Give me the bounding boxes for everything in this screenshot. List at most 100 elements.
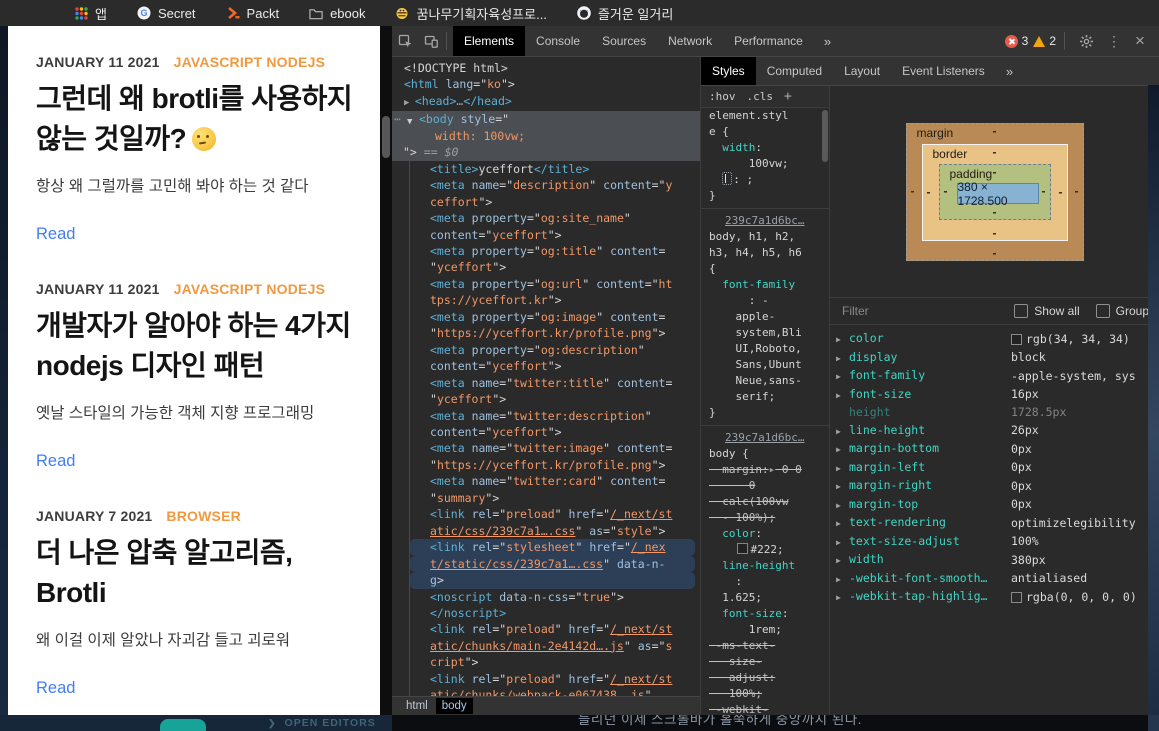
close-devtools-icon[interactable]: ×: [1129, 31, 1151, 51]
box-model-value-dash[interactable]: -: [993, 124, 997, 138]
box-model-value-dash[interactable]: -: [1059, 184, 1063, 198]
dom-tree-line[interactable]: t/static/css/239c7a1….css" data-n-: [410, 556, 695, 572]
bookmark-item[interactable]: 꿈나무기획자육성프로...: [395, 4, 546, 23]
style-rule-line[interactable]: Neue,sans-: [701, 373, 829, 389]
expand-arrow-icon[interactable]: ▶: [836, 349, 849, 368]
dom-tree-line[interactable]: <meta property="og:title" content=: [410, 243, 700, 259]
box-model-value-dash[interactable]: -: [1075, 184, 1079, 198]
expand-arrow-icon[interactable]: ▶: [836, 533, 849, 552]
computed-property-row[interactable]: ▶text-size-adjust100%: [830, 533, 1159, 552]
post-title[interactable]: 더 나은 압축 알고리즘, Brotli: [36, 533, 362, 613]
dom-tree-line[interactable]: <meta property="og:site_name": [410, 210, 700, 226]
toggle-pseudo-button[interactable]: :hov: [709, 89, 736, 105]
sidebar-tab-event-listeners[interactable]: Event Listeners: [891, 57, 996, 85]
dom-tree-line[interactable]: g>: [410, 572, 695, 588]
dom-tree-line[interactable]: content="yceffort">: [410, 227, 700, 243]
box-model-value-dash[interactable]: -: [993, 246, 997, 260]
bookmark-item[interactable]: GSecret: [137, 6, 196, 21]
style-rule-line[interactable]: line-height: [701, 558, 829, 574]
selected-dom-node[interactable]: ⋯▼<body style="width: 100vw;"> == $0: [392, 111, 700, 160]
box-model-diagram[interactable]: margin border padding 380 × 1728.500 ---…: [906, 123, 1084, 261]
computed-property-row[interactable]: ▶margin-left0px: [830, 459, 1159, 478]
sidebar-tab-styles[interactable]: Styles: [701, 57, 756, 85]
page-scrollbar[interactable]: [380, 26, 392, 715]
computed-property-row[interactable]: height1728.5px: [830, 404, 1159, 422]
dom-tree-line[interactable]: "https://yceffort.kr/profile.png">: [410, 325, 700, 341]
box-model-value-dash[interactable]: -: [927, 184, 931, 198]
style-rule-line[interactable]: h3, h4, h5, h6: [701, 245, 829, 261]
tab-console[interactable]: Console: [525, 26, 591, 56]
dom-tree-line[interactable]: tps://yceffort.kr">: [410, 292, 700, 308]
expand-arrow-icon[interactable]: ▶: [836, 496, 849, 515]
style-rule-line[interactable]: {: [701, 261, 829, 277]
style-rule-line[interactable]: font-size:: [701, 606, 829, 622]
group-label[interactable]: Group: [1116, 304, 1149, 318]
style-rule-line[interactable]: : -: [701, 293, 829, 309]
toggle-classes-button[interactable]: .cls: [747, 89, 774, 105]
style-rule-line[interactable]: }: [701, 188, 829, 204]
post-title[interactable]: 개발자가 알아야 하는 4가지 nodejs 디자인 패턴: [36, 306, 362, 386]
bookmark-item[interactable]: 앱: [74, 4, 107, 23]
dom-tree-line[interactable]: atic/chunks/main-2e4142d….js" as="s: [410, 638, 700, 654]
expand-arrow-icon[interactable]: ▶: [836, 459, 849, 478]
rules-scrollbar-thumb[interactable]: [822, 110, 828, 162]
read-link[interactable]: Read: [36, 223, 362, 245]
breadcrumb-html[interactable]: html: [406, 700, 428, 712]
dom-tree-line[interactable]: <link rel="stylesheet" href="/_nex: [410, 539, 695, 555]
style-rule-line[interactable]: 1rem;: [701, 622, 829, 638]
read-link[interactable]: Read: [36, 677, 362, 699]
style-rule-line[interactable]: :: [701, 574, 829, 590]
style-rule-line[interactable]: 1.625;: [701, 590, 829, 606]
breadcrumb-body[interactable]: body: [436, 698, 473, 714]
style-rule-line[interactable]: apple-: [701, 309, 829, 325]
style-rule-line[interactable]: 100%;: [701, 686, 829, 702]
computed-property-row[interactable]: ▶line-height26px: [830, 422, 1159, 441]
box-model-value-dash[interactable]: -: [993, 205, 997, 219]
post-tags[interactable]: JAVASCRIPT NODEJS: [174, 54, 325, 71]
style-rule-line[interactable]: font-family: [701, 277, 829, 293]
style-rule-line[interactable]: e {: [701, 124, 829, 140]
dom-tree-line[interactable]: atic/css/239c7a1….css" as="style">: [410, 523, 700, 539]
computed-property-row[interactable]: ▶text-renderingoptimizelegibility: [830, 514, 1159, 533]
computed-property-row[interactable]: ▶margin-top0px: [830, 496, 1159, 515]
computed-property-row[interactable]: ▶-webkit-font-smooth…antialiased: [830, 570, 1159, 589]
dom-tree-line[interactable]: <!DOCTYPE html>: [392, 60, 700, 76]
inspect-element-icon[interactable]: [392, 28, 418, 54]
dom-tree-line[interactable]: <link rel="preload" href="/_next/st: [410, 506, 700, 522]
dom-tree-line[interactable]: <link rel="preload" href="/_next/st: [410, 621, 700, 637]
box-model-value-dash[interactable]: -: [993, 165, 997, 179]
bookmark-item[interactable]: Packt: [226, 6, 280, 21]
computed-property-row[interactable]: ▶margin-right0px: [830, 477, 1159, 496]
expand-arrow-icon[interactable]: ▶: [836, 422, 849, 441]
expand-arrow-icon[interactable]: ▶: [836, 330, 849, 349]
style-rule-line[interactable]: margin:▸ 0 0: [701, 462, 829, 478]
sidebar-tab-layout[interactable]: Layout: [833, 57, 891, 85]
dom-tree-line[interactable]: <meta property="og:description": [410, 342, 700, 358]
style-rule-line[interactable]: : ;: [701, 172, 829, 188]
read-link[interactable]: Read: [36, 450, 362, 472]
dom-tree-line[interactable]: <noscript data-n-css="true">: [410, 589, 700, 605]
dom-tree-line[interactable]: <title>yceffort</title>: [410, 161, 700, 177]
box-model-margin[interactable]: margin border padding 380 × 1728.500 ---…: [906, 123, 1084, 261]
stylesheet-source-link[interactable]: 239c7a1d6bc…: [701, 430, 829, 446]
error-badge[interactable]: 3: [1005, 34, 1029, 48]
tab-elements[interactable]: Elements: [453, 26, 525, 56]
style-rule-line[interactable]: 100vw;: [701, 156, 829, 172]
dom-tree-line[interactable]: "summary">: [410, 490, 700, 506]
dom-tree-line[interactable]: width: 100vw;: [392, 128, 700, 144]
style-rule-line[interactable]: Sans,Ubunt: [701, 357, 829, 373]
computed-filter-input[interactable]: [840, 303, 1008, 319]
style-rule-line[interactable]: -webkit-: [701, 702, 829, 715]
style-rule-line[interactable]: body {: [701, 446, 829, 462]
style-rule-line[interactable]: body, h1, h2,: [701, 229, 829, 245]
box-model-value-dash[interactable]: -: [993, 145, 997, 159]
settings-gear-icon[interactable]: [1073, 28, 1099, 54]
dom-tree-line[interactable]: "> == $0: [392, 144, 700, 160]
style-rule-line[interactable]: -ms-text-: [701, 638, 829, 654]
warning-badge[interactable]: 2: [1033, 34, 1056, 48]
post-tags[interactable]: BROWSER: [166, 508, 241, 525]
style-rule-line[interactable]: width:: [701, 140, 829, 156]
style-rule-line[interactable]: UI,Roboto,: [701, 341, 829, 357]
computed-property-row[interactable]: ▶-webkit-tap-highlig…rgba(0, 0, 0, 0): [830, 588, 1159, 607]
device-toolbar-icon[interactable]: [418, 28, 444, 54]
